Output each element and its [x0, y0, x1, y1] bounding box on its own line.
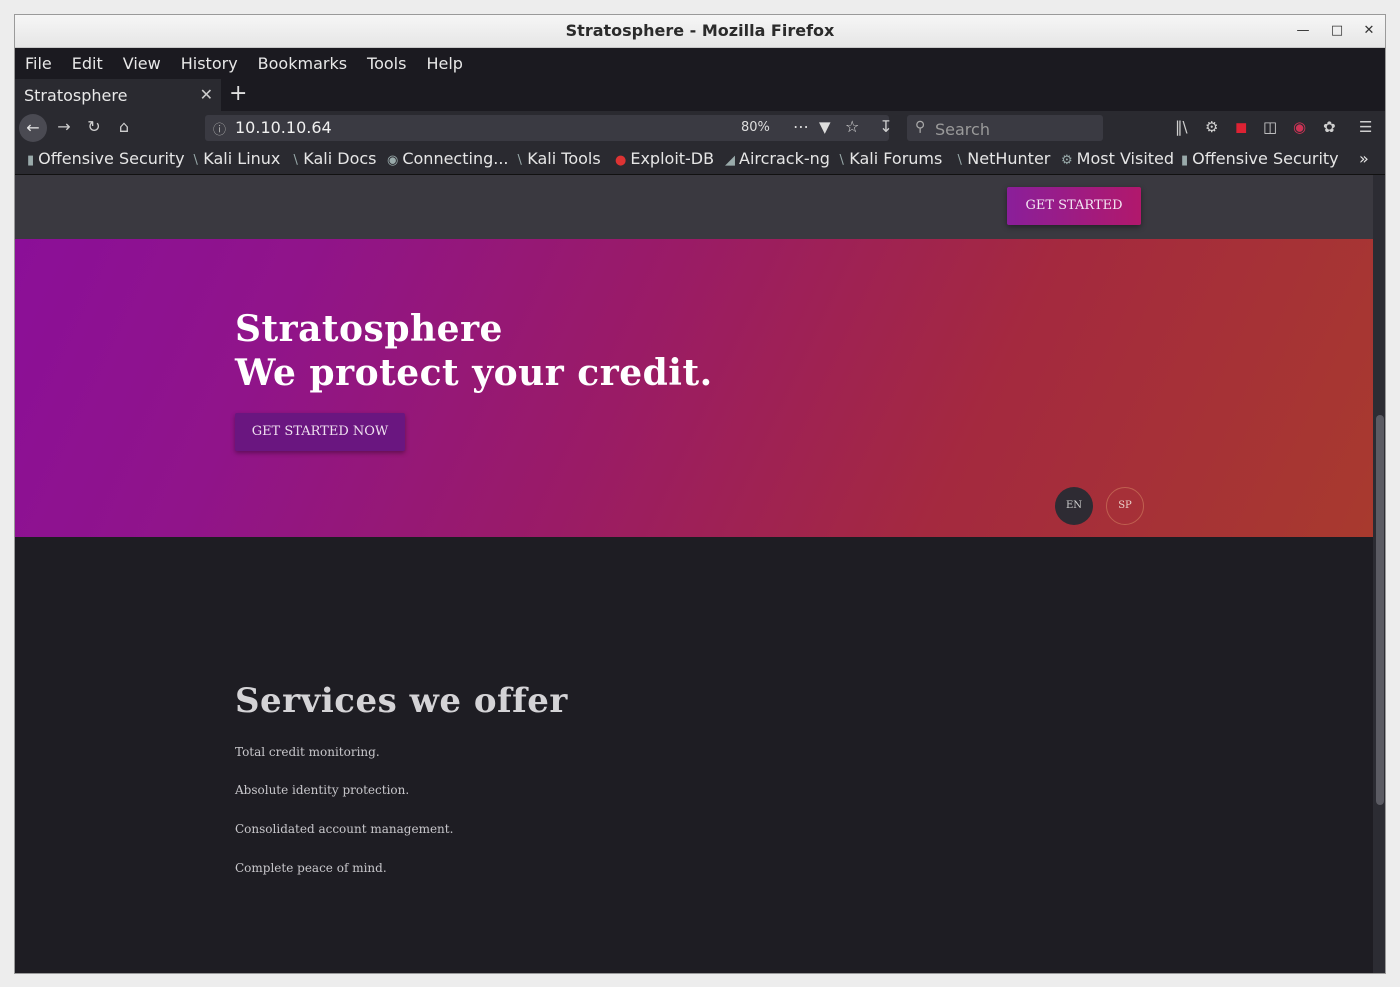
- bookmark-kali-forums[interactable]: ∖ Kali Forums: [837, 149, 942, 168]
- tab-bar: Stratosphere ✕ +: [15, 79, 1385, 111]
- service-item: Absolute identity protection.: [235, 783, 410, 797]
- bookmark-kali-linux[interactable]: ∖ Kali Linux: [191, 149, 280, 168]
- menu-help[interactable]: Help: [426, 54, 462, 73]
- hero-title: Stratosphere: [235, 308, 503, 350]
- get-started-now-button[interactable]: GET STARTED NOW: [235, 413, 405, 451]
- service-item: Total credit monitoring.: [235, 745, 380, 759]
- hero-section: Stratosphere We protect your credit. GET…: [15, 239, 1373, 537]
- ublock-icon[interactable]: ◼: [1235, 118, 1247, 136]
- bookmark-offensive-security[interactable]: ▮ Offensive Security: [27, 149, 185, 168]
- home-icon[interactable]: ⌂: [113, 117, 135, 136]
- services-section: Services we offer Total credit monitorin…: [15, 537, 1373, 973]
- page-actions-icon[interactable]: ⋯: [793, 117, 809, 136]
- bookmark-label: Kali Linux: [203, 149, 281, 168]
- menu-history[interactable]: History: [181, 54, 238, 73]
- window-title: Stratosphere - Mozilla Firefox: [565, 21, 835, 40]
- url-bar[interactable]: ⓘ 10.10.10.64 80% ⋯ ▼ ☆: [205, 115, 889, 141]
- url-text[interactable]: 10.10.10.64: [235, 118, 332, 137]
- kali-icon: ∖: [515, 153, 524, 168]
- minimize-icon[interactable]: —: [1293, 21, 1313, 41]
- bookmark-label: Exploit-DB: [630, 149, 715, 168]
- bookmark-label: Connecting...: [402, 149, 509, 168]
- bookmark-nethunter[interactable]: ∖ NetHunter: [955, 149, 1050, 168]
- kali-icon: ∖: [291, 153, 300, 168]
- globe-icon: ◉: [387, 153, 399, 168]
- bookmark-star-icon[interactable]: ☆: [845, 117, 859, 136]
- menu-tools[interactable]: Tools: [367, 54, 406, 73]
- hamburger-menu-icon[interactable]: ☰: [1359, 118, 1372, 136]
- browser-window: Stratosphere - Mozilla Firefox — □ ✕ Fil…: [14, 14, 1386, 974]
- bookmarks-toolbar: ▮ Offensive Security ∖ Kali Linux ∖ Kali Do…: [15, 145, 1385, 175]
- bookmark-most-visited[interactable]: ⚙ Most Visited: [1061, 149, 1174, 168]
- search-input[interactable]: [933, 117, 1097, 141]
- language-en-button[interactable]: EN: [1055, 487, 1093, 525]
- foxyproxy-icon[interactable]: ◉: [1293, 118, 1306, 136]
- menu-bar: File Edit View History Bookmarks Tools H…: [15, 48, 1385, 79]
- site-header: GET STARTED: [15, 175, 1373, 239]
- get-started-button[interactable]: GET STARTED: [1007, 187, 1141, 225]
- bookmark-label: Most Visited: [1076, 149, 1175, 168]
- menu-view[interactable]: View: [123, 54, 161, 73]
- bookmark-connecting[interactable]: ◉ Connecting...: [387, 149, 509, 168]
- bookmark-label: NetHunter: [967, 149, 1051, 168]
- forward-icon[interactable]: →: [53, 117, 75, 136]
- bookmark-exploit-db[interactable]: ● Exploit-DB: [615, 149, 714, 168]
- settings-icon[interactable]: ⚙: [1205, 118, 1218, 136]
- hero-heading: Stratosphere We protect your credit.: [235, 307, 713, 395]
- bookmark-label: Offensive Security: [1192, 149, 1339, 168]
- exploit-db-icon: ●: [615, 153, 627, 168]
- menu-bookmarks[interactable]: Bookmarks: [258, 54, 347, 73]
- service-item: Consolidated account management.: [235, 822, 454, 836]
- page-content: GET STARTED Stratosphere We protect your…: [15, 175, 1373, 973]
- bookmark-offensive-security-2[interactable]: ▮ Offensive Security: [1181, 149, 1339, 168]
- kali-icon: ∖: [191, 153, 200, 168]
- bookmark-label: Kali Tools: [527, 149, 601, 168]
- extension-icon[interactable]: ✿: [1323, 118, 1336, 136]
- bookmark-label: Kali Docs: [303, 149, 377, 168]
- kali-icon: ∖: [955, 153, 964, 168]
- info-icon[interactable]: ⓘ: [213, 119, 226, 138]
- pocket-icon[interactable]: ▼: [819, 118, 831, 136]
- zoom-level[interactable]: 80%: [741, 120, 770, 135]
- bookmarks-overflow-icon[interactable]: »: [1359, 149, 1369, 168]
- title-bar: Stratosphere - Mozilla Firefox — □ ✕: [15, 15, 1385, 48]
- hero-tagline: We protect your credit.: [235, 352, 713, 394]
- menu-edit[interactable]: Edit: [72, 54, 103, 73]
- kali-icon: ∖: [837, 153, 846, 168]
- nav-bar: ← → ↻ ⌂ ⓘ 10.10.10.64 80% ⋯ ▼ ☆ ↧ ⚲ ‖\ ⚙…: [15, 111, 1385, 145]
- maximize-icon[interactable]: □: [1327, 21, 1347, 41]
- bookmark-kali-tools[interactable]: ∖ Kali Tools: [515, 149, 601, 168]
- menu-file[interactable]: File: [25, 54, 52, 73]
- close-tab-icon[interactable]: ✕: [200, 85, 213, 104]
- bookmark-kali-docs[interactable]: ∖ Kali Docs: [291, 149, 377, 168]
- reload-icon[interactable]: ↻: [83, 117, 105, 136]
- services-title: Services we offer: [235, 681, 568, 721]
- scrollbar-thumb[interactable]: [1376, 415, 1384, 805]
- search-icon: ⚲: [915, 119, 926, 135]
- language-sp-button[interactable]: SP: [1106, 487, 1144, 525]
- tab-label: Stratosphere: [24, 86, 128, 105]
- service-item: Complete peace of mind.: [235, 861, 387, 875]
- gear-icon: ⚙: [1061, 153, 1073, 168]
- bookmark-icon: ▮: [27, 153, 35, 168]
- download-icon[interactable]: ↧: [875, 117, 897, 136]
- bookmark-icon: ▮: [1181, 153, 1189, 168]
- library-icon[interactable]: ‖\: [1175, 118, 1188, 136]
- back-icon[interactable]: ←: [19, 114, 47, 142]
- tab-stratosphere[interactable]: Stratosphere ✕: [15, 79, 221, 111]
- sidebar-icon[interactable]: ◫: [1263, 118, 1277, 136]
- bookmark-aircrack-ng[interactable]: ◢ Aircrack-ng: [725, 149, 830, 168]
- new-tab-icon[interactable]: +: [229, 81, 247, 106]
- bookmark-label: Offensive Security: [38, 149, 185, 168]
- aircrack-icon: ◢: [725, 153, 735, 168]
- search-box[interactable]: ⚲: [907, 115, 1103, 141]
- bookmark-label: Aircrack-ng: [739, 149, 830, 168]
- close-icon[interactable]: ✕: [1359, 21, 1379, 41]
- bookmark-label: Kali Forums: [849, 149, 943, 168]
